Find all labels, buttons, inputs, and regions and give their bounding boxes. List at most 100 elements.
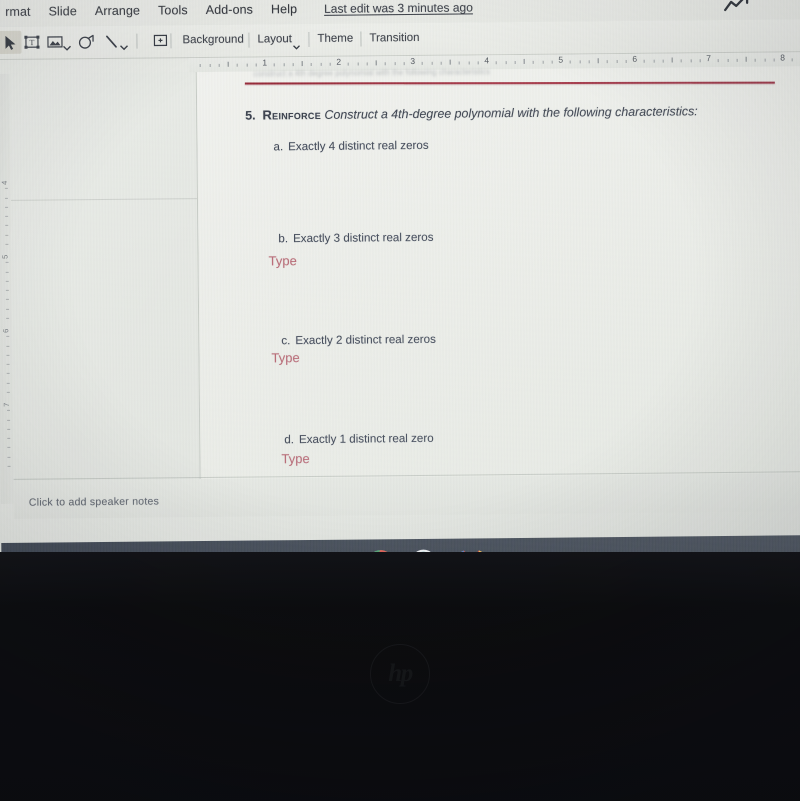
ruler-tick [5,215,9,217]
ruler-tick [6,345,10,347]
list-item-text: Exactly 1 distinct real zero [298,431,434,447]
ruler-tick [4,197,8,199]
toolbar-divider [248,32,250,48]
ruler-tick [551,60,553,64]
list-item-text: Exactly 2 distinct real zeros [295,332,436,348]
menu-item-addons[interactable]: Add-ons [197,2,262,17]
ruler-tick [273,63,275,67]
ruler-tick [6,391,10,393]
text-box-icon[interactable]: T [20,31,43,54]
ruler-tick [347,62,349,66]
menu-item-tools[interactable]: Tools [149,3,197,17]
ruler-tick [616,60,618,64]
shape-icon[interactable] [74,30,97,53]
ruler-tick [7,447,11,449]
ruler-tick [301,61,303,67]
background-button[interactable]: Background [182,34,243,47]
ruler-tick [7,428,11,430]
ruler-tick [727,58,729,62]
ruler-tick [440,61,442,65]
ruler-tick [5,271,9,273]
svg-text:T: T [29,38,34,47]
list-item: d. Exactly 1 distinct real zero [284,432,433,446]
select-cursor-icon[interactable] [0,30,22,54]
ruler-tick [523,58,525,64]
ruler-tick [431,61,433,65]
ruler-tick [773,58,775,62]
ruler-tick [505,61,507,65]
toolbar-divider [170,33,172,49]
ruler-tick [246,63,248,67]
ruler-tick [310,62,312,66]
ruler-tick [579,60,581,64]
ruler-tick [6,308,10,310]
ruler-tick [236,63,238,67]
ruler-tick [6,410,11,412]
menu-item-list: rmat Slide Arrange Tools Add-ons Help Last edi… [0,0,473,21]
ruler-mark: 5 [558,54,564,65]
chevron-down-icon[interactable] [119,38,129,51]
ruler-tick [5,299,9,301]
ruler-tick [366,62,368,66]
slide-filmstrip-panel[interactable] [9,72,201,504]
ruler-tick [495,61,497,65]
menu-item-arrange[interactable]: Arrange [86,4,149,19]
add-comment-icon[interactable] [148,29,171,52]
ruler-tick [680,59,682,63]
layout-button[interactable]: Layout [257,33,292,45]
ruler-tick [5,225,9,227]
transition-button[interactable]: Transition [369,32,419,44]
ruler-mark: 4 [484,55,490,66]
question-keyword: Reinforce [262,106,322,123]
answer-text[interactable]: Type [271,350,299,365]
ruler-tick [5,243,9,245]
ruler-tick [477,61,479,65]
answer-text[interactable]: Type [281,451,309,466]
ruler-tick [690,59,692,63]
ruler-mark: 8 [780,52,786,63]
ruler-mark: 7 [706,53,712,64]
ruler-tick [7,465,11,467]
ruler-tick [791,58,793,62]
ruler-tick [764,58,766,62]
list-item-label: b. [278,232,289,246]
question-prompt: Construct a 4th-degree polynomial with t… [324,104,698,122]
ruler-tick [394,62,396,66]
ruler-tick [283,63,285,67]
ruler-mark: 7 [1,402,11,407]
ruler-tick [209,63,211,67]
answer-text[interactable]: Type [269,253,297,268]
ruler-tick [625,59,627,63]
menu-item-format[interactable]: rmat [0,5,40,19]
question-number: 5. [245,108,256,123]
ruler-tick [384,62,386,66]
speaker-notes-placeholder[interactable]: Click to add speaker notes [29,495,159,508]
ruler-tick [745,56,747,62]
ruler-mark: 6 [632,53,638,64]
last-edit-link[interactable]: Last edit was 3 minutes ago [324,0,473,15]
ruler-tick [643,59,645,63]
ruler-mark: 6 [1,328,11,333]
ruler-tick [6,354,10,356]
ruler-tick [5,234,9,236]
ruler-tick [292,63,294,67]
ruler-tick [662,59,664,63]
ruler-tick [357,62,359,66]
ruler-tick [588,60,590,64]
trending-up-icon[interactable] [722,0,752,14]
theme-button[interactable]: Theme [317,33,353,45]
ruler-tick [653,59,655,63]
ruler-tick [5,262,9,264]
ruler-tick [5,289,9,291]
ruler-mark: 3 [410,55,416,67]
ruler-tick [199,64,201,68]
ruler-mark: 2 [336,56,342,67]
ruler-tick [606,60,608,64]
menu-item-slide[interactable]: Slide [40,4,86,18]
ruler-tick [375,60,377,66]
list-item: a. Exactly 4 distinct real zeros [273,139,428,153]
menu-item-help[interactable]: Help [262,2,306,16]
chevron-down-icon[interactable] [62,38,72,51]
chevron-down-icon[interactable] [292,37,301,50]
ruler-tick [421,61,423,65]
